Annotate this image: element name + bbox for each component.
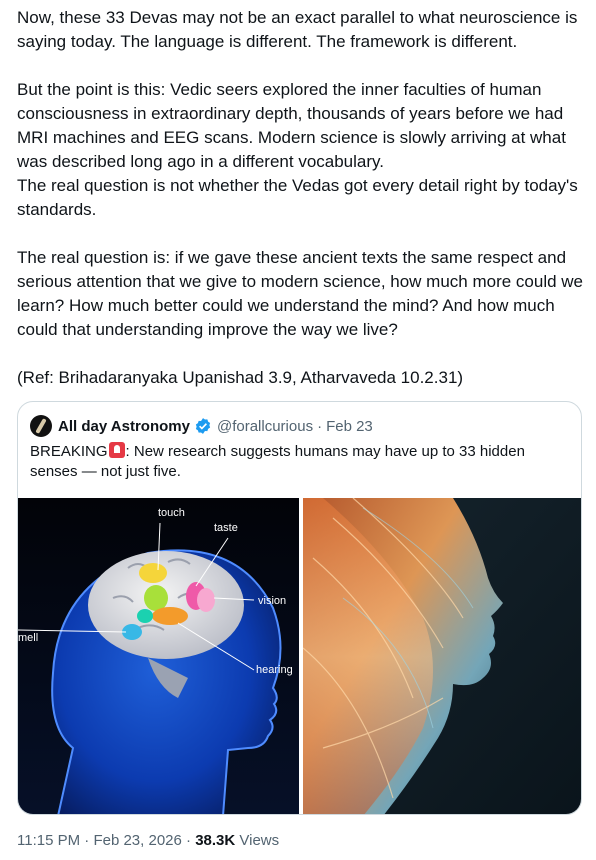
quoted-date[interactable]: Feb 23 (326, 418, 373, 435)
tweet-date[interactable]: Feb 23, 2026 (93, 832, 181, 849)
views-count[interactable]: 38.3K (195, 832, 235, 849)
tweet-reference: (Ref: Brihadaranyaka Upanishad 3.9, Atha… (17, 368, 464, 387)
tweet-meta: 11:15 PM · Feb 23, 2026 · 38.3K Views (17, 832, 279, 849)
siren-emoji-icon (108, 442, 125, 458)
quoted-tweet-text: BREAKING: New research suggests humans m… (30, 442, 565, 482)
label-smell: mell (18, 632, 38, 644)
quoted-tweet-header: All day Astronomy @forallcurious · Feb 2… (30, 415, 373, 437)
label-taste: taste (214, 522, 238, 534)
tweet-paragraph-4: The real question is: if we gave these a… (17, 248, 584, 339)
quoted-separator: · (317, 417, 323, 435)
brain-senses-image[interactable]: touch taste vision mell hearing (18, 498, 299, 814)
tweet-paragraph-3: The real question is not whether the Ved… (17, 176, 578, 219)
tweet-paragraph-2: But the point is this: Vedic seers explo… (17, 80, 566, 171)
views-label: Views (239, 832, 280, 849)
face-profile-image[interactable] (303, 498, 581, 814)
meta-separator: · (84, 832, 90, 849)
avatar-icon[interactable] (30, 415, 52, 437)
quoted-author-name[interactable]: All day Astronomy (58, 418, 190, 435)
verified-badge-icon (195, 418, 211, 434)
tweet-time[interactable]: 11:15 PM (17, 832, 80, 849)
meta-separator-2: · (186, 832, 192, 849)
quoted-text-prefix: BREAKING (30, 443, 108, 460)
tweet-paragraph-1: Now, these 33 Devas may not be an exact … (17, 8, 578, 51)
quoted-author-handle[interactable]: @forallcurious (217, 418, 313, 435)
quoted-tweet[interactable]: All day Astronomy @forallcurious · Feb 2… (17, 401, 582, 815)
label-hearing: hearing (256, 664, 293, 676)
tweet-text: Now, these 33 Devas may not be an exact … (17, 6, 587, 390)
label-vision: vision (258, 595, 286, 607)
label-touch: touch (158, 507, 185, 519)
